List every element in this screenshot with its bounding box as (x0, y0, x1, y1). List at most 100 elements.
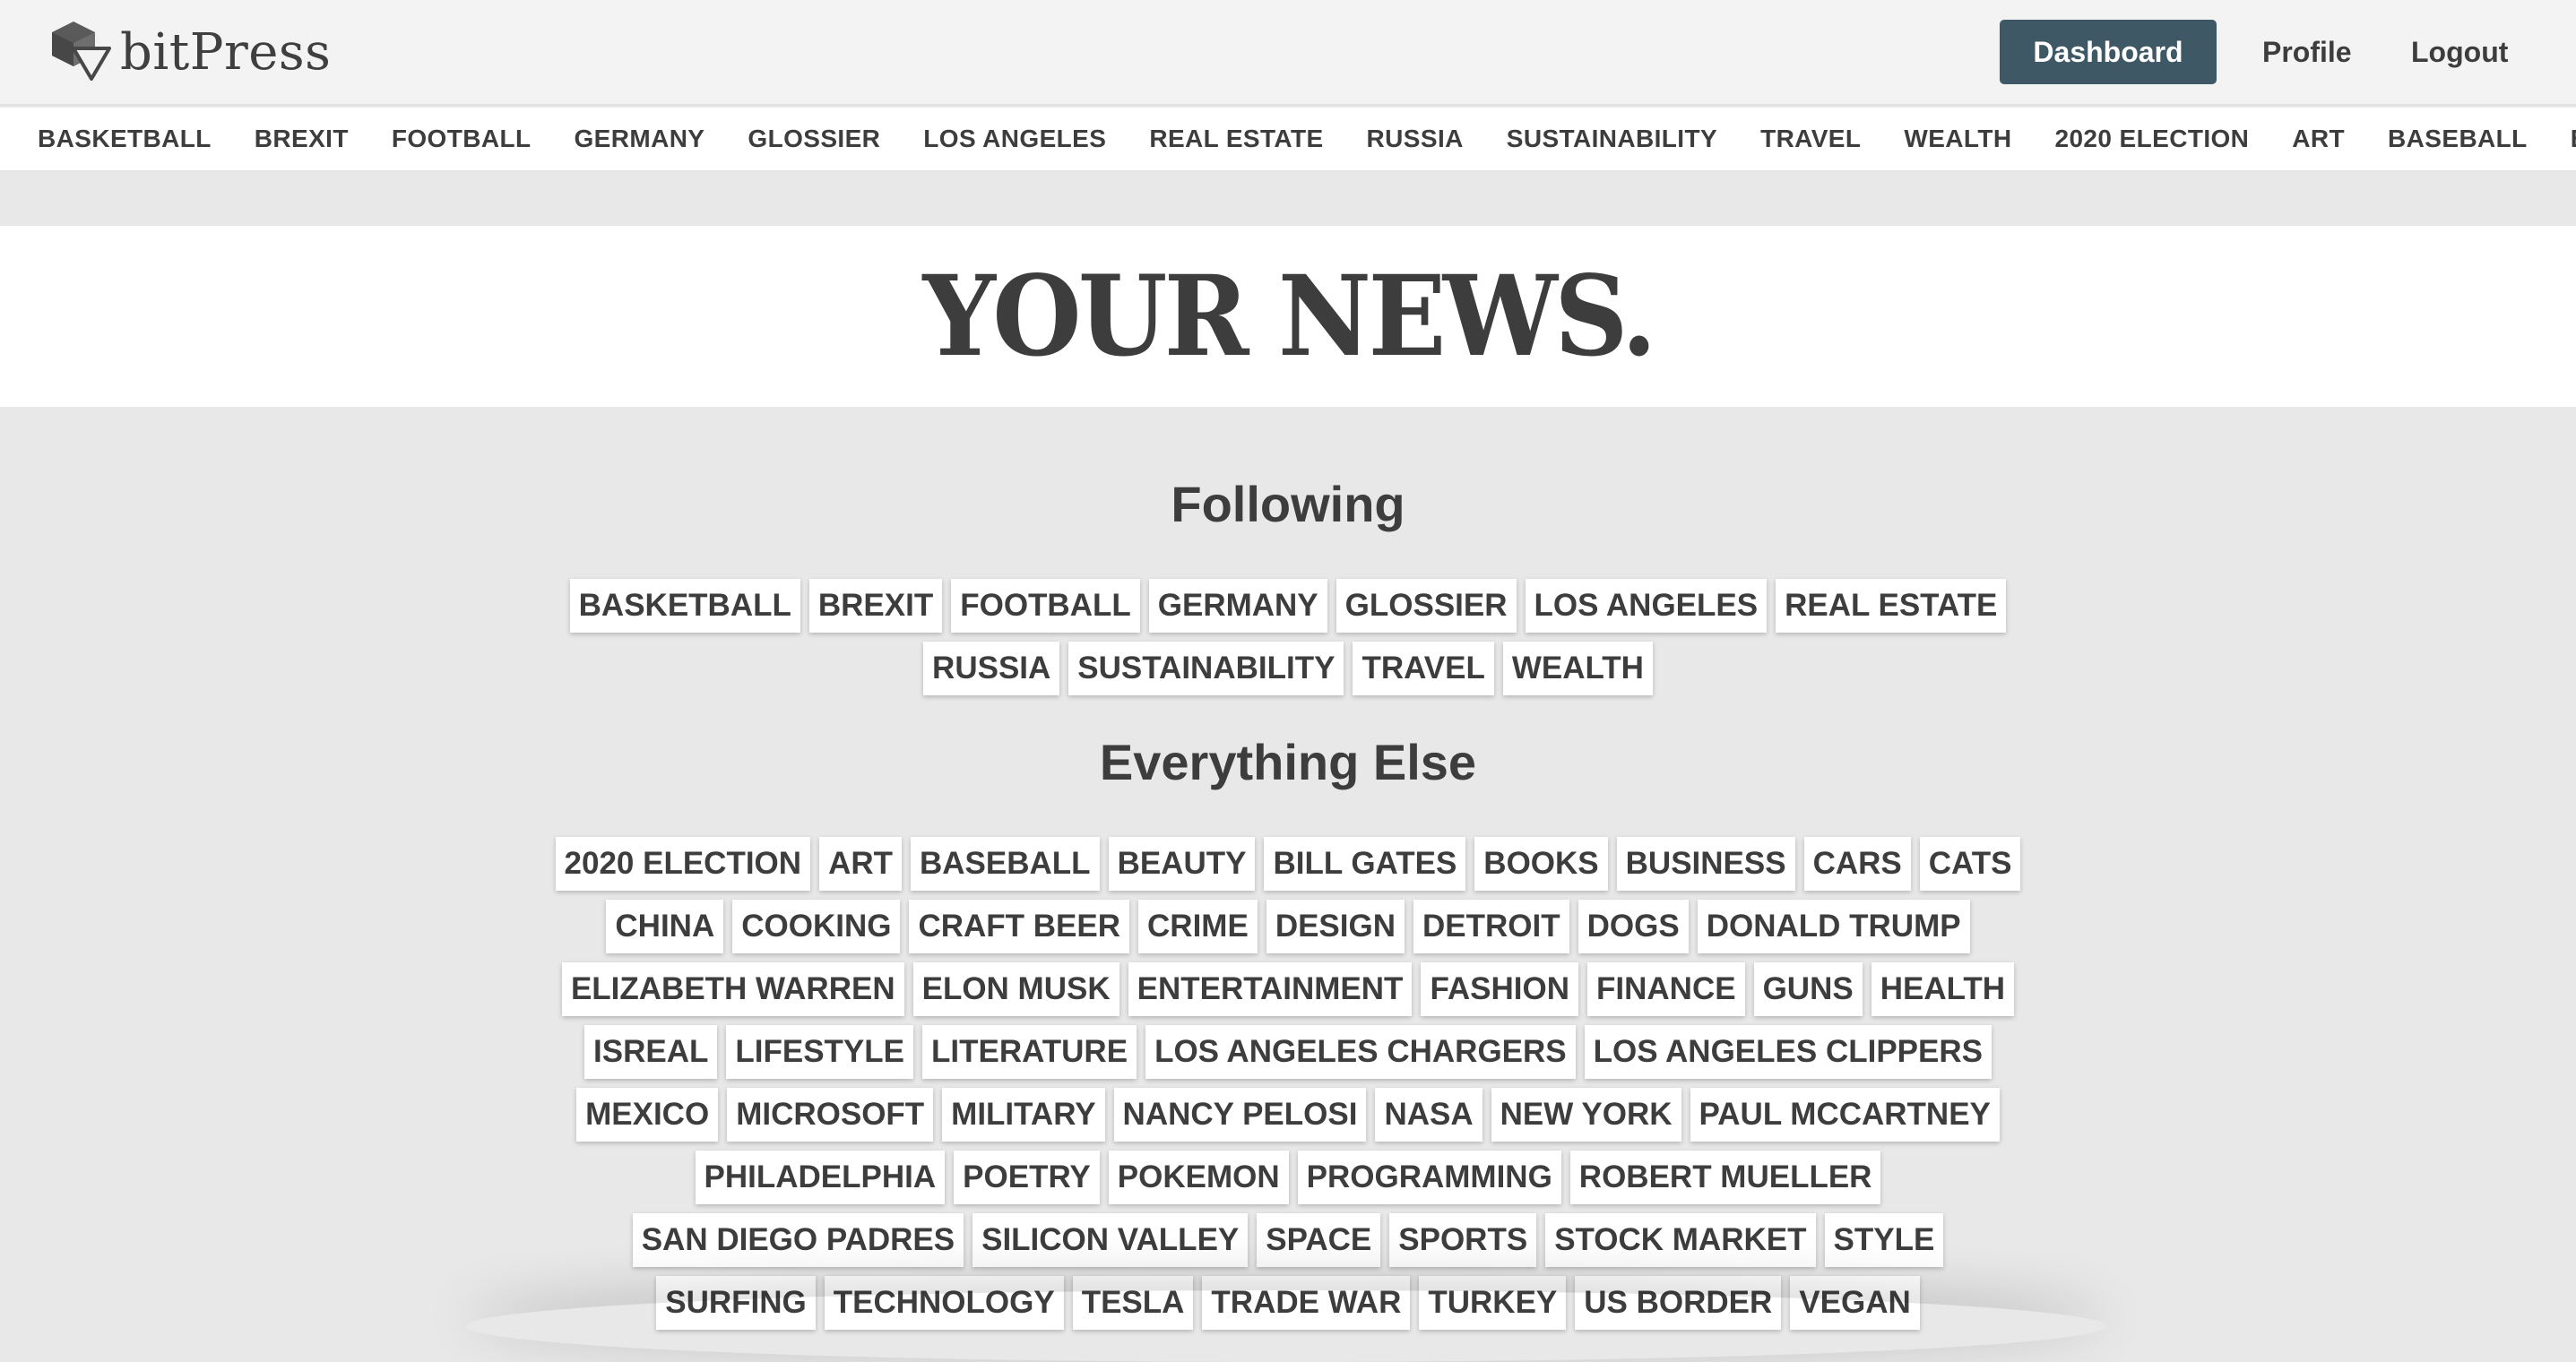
topic-tag[interactable]: CARS (1803, 837, 1911, 891)
topic-tag[interactable]: SPORTS (1389, 1213, 1537, 1267)
strip-topic-link[interactable]: ART (2292, 125, 2345, 153)
topic-tag[interactable]: BILL GATES (1264, 837, 1466, 891)
topic-tag[interactable]: GUNS (1753, 962, 1863, 1016)
topic-tag[interactable]: WEALTH (1502, 642, 1653, 695)
topic-tag[interactable]: POKEMON (1108, 1151, 1289, 1204)
dashboard-button[interactable]: Dashboard (2000, 20, 2217, 84)
topic-tag[interactable]: ELIZABETH WARREN (561, 962, 904, 1016)
topic-tag[interactable]: MICROSOFT (727, 1088, 934, 1142)
strip-topic-link[interactable]: SUSTAINABILITY (1507, 125, 1717, 153)
tag-row: ELIZABETH WARREN ELON MUSK ENTERTAINMENT FA… (0, 962, 2576, 1025)
topic-tag[interactable]: TECHNOLOGY (824, 1276, 1064, 1330)
cube-icon (47, 20, 111, 85)
topic-tag[interactable]: LOS ANGELES CLIPPERS (1584, 1025, 1992, 1079)
topic-tag[interactable]: SAN DIEGO PADRES (632, 1213, 964, 1267)
topic-tag[interactable]: FOOTBALL (951, 579, 1140, 633)
everything-else-heading: Everything Else (1099, 734, 1477, 790)
topic-tag[interactable]: TURKEY (1419, 1276, 1567, 1330)
tag-row: SURFING TECHNOLOGY TESLA TRADE WAR TURKEY US … (0, 1276, 2576, 1339)
topic-tag[interactable]: PROGRAMMING (1297, 1151, 1561, 1204)
topic-tag[interactable]: CRAFT BEER (909, 900, 1130, 953)
topic-tag[interactable]: ELON MUSK (912, 962, 1119, 1016)
strip-topic-link[interactable]: BEAUTY (2571, 125, 2576, 153)
logout-link[interactable]: Logout (2411, 20, 2508, 84)
strip-topic-link[interactable]: REAL ESTATE (1149, 125, 1323, 153)
topic-tag[interactable]: TRAVEL (1353, 642, 1494, 695)
topic-tag[interactable]: NASA (1375, 1088, 1482, 1142)
topic-tag[interactable]: 2020 ELECTION (555, 837, 811, 891)
tag-row: MEXICO MICROSOFT MILITARY NANCY PELOSI NASA N… (0, 1088, 2576, 1151)
strip-topic-link[interactable]: FOOTBALL (392, 125, 532, 153)
topic-tag[interactable]: ENTERTAINMENT (1128, 962, 1413, 1016)
logo-text: bitPress (120, 22, 332, 82)
following-tag-list: BASKETBALL BREXIT FOOTBALL GERMANY GLOSSIER L… (0, 579, 2576, 704)
topic-tag[interactable]: MILITARY (942, 1088, 1105, 1142)
topic-tag[interactable]: TESLA (1072, 1276, 1194, 1330)
strip-topic-link[interactable]: RUSSIA (1367, 125, 1464, 153)
tag-row: PHILADELPHIA POETRY POKEMON PROGRAMMING ROBE… (0, 1151, 2576, 1213)
topic-tag[interactable]: ROBERT MUELLER (1569, 1151, 1881, 1204)
topic-tag[interactable]: DESIGN (1266, 900, 1405, 953)
topic-tag[interactable]: ISREAL (584, 1025, 718, 1079)
topic-tag[interactable]: FINANCE (1587, 962, 1745, 1016)
topic-tag[interactable]: CATS (1919, 837, 2021, 891)
topic-tag[interactable]: LOS ANGELES CHARGERS (1145, 1025, 1576, 1079)
hero-banner: YOUR NEWS. (0, 226, 2576, 407)
topic-tag[interactable]: MEXICO (576, 1088, 719, 1142)
strip-topic-link[interactable]: BASEBALL (2388, 125, 2528, 153)
strip-topic-link[interactable]: BREXIT (255, 125, 349, 153)
following-heading: Following (1171, 476, 1405, 532)
topic-tag[interactable]: STOCK MARKET (1545, 1213, 1816, 1267)
topic-tag[interactable]: VEGAN (1790, 1276, 1920, 1330)
topic-tag[interactable]: NANCY PELOSI (1113, 1088, 1367, 1142)
strip-topic-link[interactable]: GERMANY (574, 125, 705, 153)
topic-tag[interactable]: DOGS (1578, 900, 1689, 953)
tag-row: CHINA COOKING CRAFT BEER CRIME DESIGN DETROIT… (0, 900, 2576, 962)
topic-tag[interactable]: LITERATURE (922, 1025, 1137, 1079)
topic-tag[interactable]: POETRY (954, 1151, 1100, 1204)
strip-topic-link[interactable]: BASKETBALL (38, 125, 212, 153)
topic-strip: BASKETBALL BREXIT FOOTBALL GERMANY GLOSSIER L… (0, 108, 2576, 172)
topic-tag[interactable]: DETROIT (1413, 900, 1569, 953)
strip-topic-link[interactable]: WEALTH (1904, 125, 2011, 153)
tag-row: SAN DIEGO PADRES SILICON VALLEY SPACE SPORT… (0, 1213, 2576, 1276)
topic-tag[interactable]: BASEBALL (911, 837, 1100, 891)
topic-tag[interactable]: GERMANY (1148, 579, 1327, 633)
logo[interactable]: bitPress (47, 20, 331, 84)
topic-tag[interactable]: US BORDER (1575, 1276, 1782, 1330)
topic-tag[interactable]: CHINA (606, 900, 724, 953)
topic-tag[interactable]: TRADE WAR (1202, 1276, 1411, 1330)
topic-tag[interactable]: HEALTH (1871, 962, 2015, 1016)
topic-tag[interactable]: SPACE (1257, 1213, 1381, 1267)
topic-tag[interactable]: SURFING (656, 1276, 816, 1330)
topic-tag[interactable]: SUSTAINABILITY (1068, 642, 1344, 695)
topic-tag[interactable]: RUSSIA (923, 642, 1060, 695)
topic-tag[interactable]: REAL ESTATE (1776, 579, 2007, 633)
tag-row: RUSSIA SUSTAINABILITY TRAVEL WEALTH (0, 642, 2576, 704)
topic-tag[interactable]: STYLE (1824, 1213, 1944, 1267)
strip-topic-link[interactable]: LOS ANGELES (923, 125, 1106, 153)
topic-tag[interactable]: BOOKS (1474, 837, 1608, 891)
tag-row: ISREAL LIFESTYLE LITERATURE LOS ANGELES CHA… (0, 1025, 2576, 1088)
topic-tag[interactable]: LOS ANGELES (1525, 579, 1768, 633)
top-header: bitPress Dashboard Profile Logout (0, 0, 2576, 106)
topic-tag[interactable]: COOKING (732, 900, 901, 953)
topic-tag[interactable]: BUSINESS (1616, 837, 1795, 891)
topic-tag[interactable]: SILICON VALLEY (972, 1213, 1249, 1267)
topic-tag[interactable]: CRIME (1138, 900, 1258, 953)
topic-tag[interactable]: LIFESTYLE (726, 1025, 913, 1079)
strip-topic-link[interactable]: GLOSSIER (748, 125, 880, 153)
strip-topic-link[interactable]: 2020 ELECTION (2054, 125, 2249, 153)
topic-tag[interactable]: BASKETBALL (569, 579, 800, 633)
topic-tag[interactable]: NEW YORK (1491, 1088, 1681, 1142)
topic-tag[interactable]: BREXIT (808, 579, 943, 633)
topic-tag[interactable]: ART (819, 837, 902, 891)
topic-tag[interactable]: PAUL MCCARTNEY (1690, 1088, 2000, 1142)
topic-tag[interactable]: DONALD TRUMP (1697, 900, 1970, 953)
topic-tag[interactable]: PHILADELPHIA (695, 1151, 946, 1204)
strip-topic-link[interactable]: TRAVEL (1760, 125, 1861, 153)
topic-tag[interactable]: FASHION (1421, 962, 1579, 1016)
profile-link[interactable]: Profile (2262, 20, 2352, 84)
topic-tag[interactable]: BEAUTY (1108, 837, 1256, 891)
topic-tag[interactable]: GLOSSIER (1336, 579, 1517, 633)
